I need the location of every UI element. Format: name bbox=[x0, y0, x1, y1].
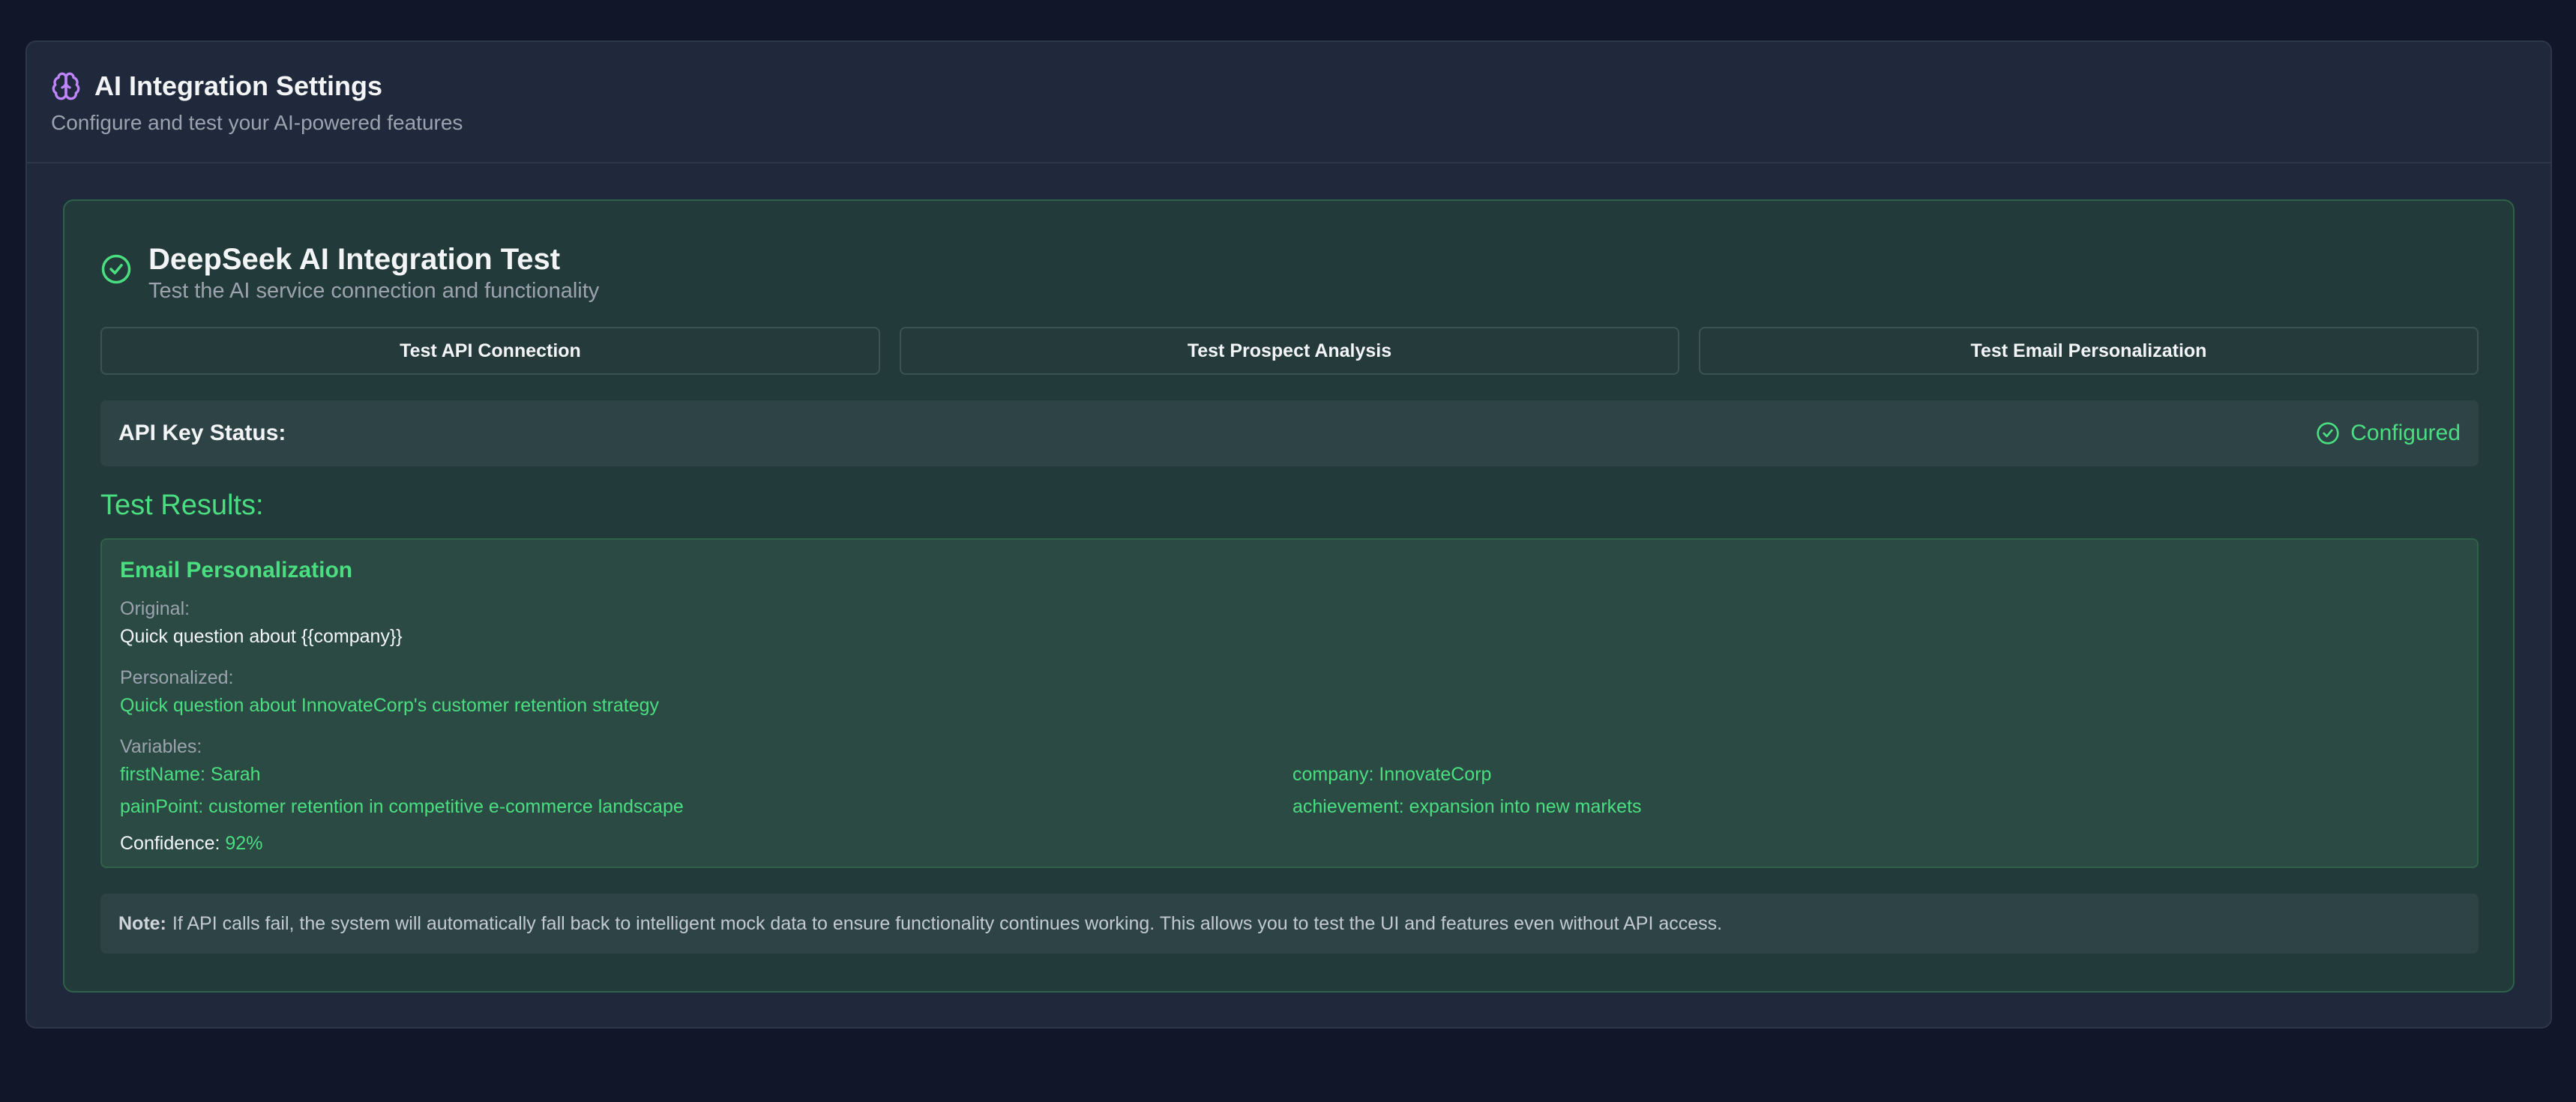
title-row: AI Integration Settings bbox=[51, 70, 2551, 102]
api-key-status-bar: API Key Status: Configured bbox=[100, 400, 2479, 466]
variables-label: Variables: bbox=[120, 736, 202, 757]
note-text: If API calls fail, the system will autom… bbox=[172, 912, 1723, 934]
email-personalization-result: Email Personalization Original: Quick qu… bbox=[100, 538, 2479, 868]
settings-card: AI Integration Settings Configure and te… bbox=[25, 40, 2552, 1029]
original-value: Quick question about {{company}} bbox=[120, 626, 403, 647]
variable-item: achievement: expansion into new markets bbox=[1292, 796, 1642, 817]
status-text: Configured bbox=[2350, 421, 2461, 445]
result-title: Email Personalization bbox=[120, 558, 353, 582]
test-buttons: Test API Connection Test Prospect Analys… bbox=[100, 327, 2479, 375]
panel-title: DeepSeek AI Integration Test bbox=[148, 243, 561, 276]
test-results-heading: Test Results: bbox=[100, 490, 264, 521]
test-prospect-analysis-button[interactable]: Test Prospect Analysis bbox=[900, 327, 1679, 375]
check-circle-icon bbox=[100, 253, 132, 285]
note-label: Note: bbox=[118, 912, 166, 934]
test-email-personalization-button[interactable]: Test Email Personalization bbox=[1699, 327, 2479, 375]
fallback-note: Note: If API calls fail, the system will… bbox=[100, 894, 2479, 954]
personalized-value: Quick question about InnovateCorp's cust… bbox=[120, 695, 660, 716]
confidence-label: Confidence: bbox=[120, 833, 220, 854]
page-title: AI Integration Settings bbox=[94, 70, 383, 101]
confidence-row: Confidence: 92% bbox=[120, 833, 2459, 855]
check-circle-icon bbox=[2317, 422, 2339, 445]
settings-header: AI Integration Settings Configure and te… bbox=[27, 42, 2551, 163]
original-label: Original: bbox=[120, 598, 190, 619]
variable-item: firstName: Sarah bbox=[120, 764, 261, 785]
api-key-status-value: Configured bbox=[2316, 421, 2461, 446]
panel-header: DeepSeek AI Integration Test Test the AI… bbox=[100, 241, 599, 304]
test-api-connection-button[interactable]: Test API Connection bbox=[100, 327, 880, 375]
personalized-label: Personalized: bbox=[120, 667, 234, 688]
variable-item: company: InnovateCorp bbox=[1292, 764, 1492, 785]
variable-item: painPoint: customer retention in competi… bbox=[120, 796, 684, 817]
deepseek-test-panel: DeepSeek AI Integration Test Test the AI… bbox=[63, 199, 2515, 993]
panel-subtitle: Test the AI service connection and funct… bbox=[148, 279, 600, 303]
brain-icon bbox=[51, 71, 81, 101]
variables-grid: firstName: Sarah company: InnovateCorp p… bbox=[120, 764, 2459, 818]
page-subtitle: Configure and test your AI-powered featu… bbox=[51, 111, 463, 134]
confidence-value: 92% bbox=[225, 833, 263, 854]
api-key-status-label: API Key Status: bbox=[118, 421, 286, 445]
